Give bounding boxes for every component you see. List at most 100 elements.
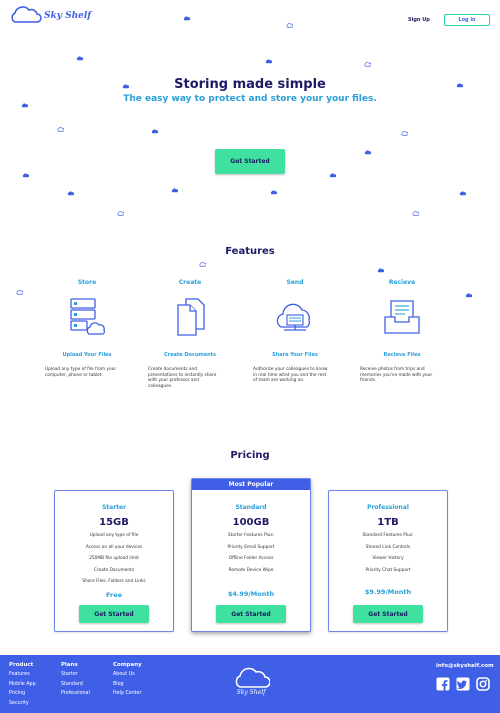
- footer-link-starter[interactable]: Starter: [61, 670, 90, 680]
- pricing-card-standard: Most Popular Standard 100GB Starter Feat…: [191, 478, 311, 632]
- footer-link-security[interactable]: Security: [9, 699, 36, 709]
- plan-name: Professional: [367, 504, 409, 511]
- plan-feature: Offline Folder Access: [228, 556, 274, 561]
- plan-name: Starter: [101, 504, 127, 511]
- hero-subtitle: The easy way to protect and store your y…: [123, 94, 377, 104]
- plan-feature: Share Files, Folders and Links: [82, 579, 146, 584]
- footer-column-plans: Plans Starter Standard Professional: [61, 662, 90, 699]
- documents-icon: [177, 298, 205, 336]
- plan-features: Standard Features Plus: Shared Link Cont…: [329, 530, 447, 576]
- footer-heading: Product: [9, 662, 34, 668]
- cloud-icon: [22, 173, 29, 178]
- plan-feature: Priority Email Support: [227, 544, 275, 550]
- plan-features: Upload any type of file Access on all yo…: [55, 530, 173, 588]
- cloud-icon: [151, 129, 158, 134]
- cloud-icon: [364, 62, 371, 67]
- feature-receive: Recieve Recieve Files Receive photos fro…: [352, 279, 452, 383]
- instagram-icon[interactable]: [476, 677, 490, 691]
- cloud-icon: [465, 293, 472, 298]
- footer-heading: Company: [113, 662, 142, 668]
- cloud-icon: [401, 131, 408, 136]
- footer-link-blog[interactable]: Blog: [113, 680, 142, 690]
- plan-price: $4.99/Month: [227, 590, 275, 598]
- plan-size: 100GB: [232, 517, 270, 528]
- plan-feature: Shared Link Controls: [365, 544, 411, 550]
- plan-size: 1TB: [377, 517, 399, 528]
- feature-description: Create documents and presentations to in…: [148, 367, 217, 389]
- footer-column-company: Company About Us Blog Help Center: [113, 662, 142, 699]
- footer-link-features[interactable]: Features: [9, 670, 36, 680]
- cloud-icon: [412, 211, 419, 216]
- cloud-icon: [57, 127, 64, 132]
- logo-text: Sky Shelf: [44, 11, 92, 21]
- login-button[interactable]: Log in: [444, 14, 490, 26]
- plan-feature: 250MB file upload limit: [89, 556, 139, 561]
- pricing-title: Pricing: [230, 450, 270, 461]
- get-started-button[interactable]: Get Started: [215, 149, 285, 174]
- footer-email[interactable]: info@skyshelf.com: [436, 663, 494, 669]
- get-started-button[interactable]: Get Started: [79, 605, 149, 623]
- plan-feature: Remote Device Wipe: [228, 567, 274, 573]
- plan-feature: Viewer History: [372, 556, 404, 561]
- footer-link-professional[interactable]: Professional: [61, 689, 90, 699]
- cloud-icon: [377, 268, 384, 273]
- plan-feature: Starter Features Plus:: [227, 533, 275, 538]
- footer-link-pricing[interactable]: Pricing: [9, 689, 36, 699]
- footer-logo[interactable]: Sky Shelf: [232, 667, 271, 696]
- landing-page: Sky Shelf Sign Up Log in Storing made si…: [0, 0, 500, 713]
- cloud-icon: [171, 188, 178, 193]
- footer-heading: Plans: [61, 662, 78, 668]
- plan-feature: Priority Chat Support: [365, 567, 411, 573]
- hero-title: Storing made simple: [174, 77, 326, 92]
- feature-create: Create Create Documents Create documents…: [140, 279, 240, 389]
- pricing-card-professional: Professional 1TB Standard Features Plus:…: [328, 490, 448, 632]
- pricing-card-starter: Starter 15GB Upload any type of file Acc…: [54, 490, 174, 632]
- feature-title: Send: [286, 279, 304, 286]
- footer-link-about-us[interactable]: About Us: [113, 670, 142, 680]
- footer-link-standard[interactable]: Standard: [61, 680, 90, 690]
- cloud-logo-icon: [235, 667, 271, 688]
- cloud-icon: [265, 59, 272, 64]
- feature-title: Create: [178, 279, 202, 286]
- footer-link-help-center[interactable]: Help Center: [113, 689, 142, 699]
- most-popular-badge: Most Popular: [192, 479, 310, 490]
- feature-subtitle: Upload Your Files: [62, 352, 112, 358]
- cloud-icon: [270, 190, 277, 195]
- plan-name: Standard: [235, 504, 267, 511]
- feature-subtitle: Share Your Files: [272, 352, 318, 358]
- header-logo[interactable]: Sky Shelf: [8, 6, 91, 24]
- facebook-icon[interactable]: [436, 677, 450, 691]
- cloud-icon: [117, 211, 124, 216]
- feature-title: Store: [77, 279, 97, 286]
- cloud-icon: [16, 290, 23, 295]
- cloud-icon: [67, 191, 74, 196]
- get-started-button[interactable]: Get Started: [216, 605, 286, 623]
- plan-feature: Create Documents: [93, 567, 135, 573]
- get-started-button[interactable]: Get Started: [353, 605, 423, 623]
- server-cloud-icon: [70, 298, 106, 335]
- footer-link-mobile-app[interactable]: Mobile App: [9, 680, 36, 690]
- feature-description: Receive photos from trips and memories y…: [360, 367, 433, 383]
- footer: Product Features Mobile App Pricing Secu…: [0, 655, 500, 713]
- feature-description: Authorize your colleagues to know in rea…: [253, 367, 328, 383]
- feature-subtitle: Recieve Files: [383, 352, 421, 358]
- plan-feature: Access on all your devices: [85, 544, 143, 550]
- feature-store: Store Upload Your Files Upload any type …: [37, 279, 137, 378]
- feature-description: Upload any type of file from your comput…: [45, 367, 117, 378]
- cloud-icon: [183, 16, 190, 21]
- signup-link[interactable]: Sign Up: [408, 17, 430, 23]
- feature-subtitle: Create Documents: [163, 352, 217, 358]
- plan-size: 15GB: [99, 517, 129, 528]
- cloud-icon: [199, 262, 206, 267]
- cloud-icon: [364, 150, 371, 155]
- plan-price: Free: [105, 591, 123, 599]
- plan-price: $9.99/Month: [364, 588, 412, 596]
- plan-feature: Upload any type of file: [89, 533, 139, 538]
- footer-logo-text: Sky Shelf: [236, 689, 266, 696]
- cloud-icon: [459, 191, 466, 196]
- cloud-share-icon: [276, 303, 311, 331]
- cloud-icon: [329, 173, 336, 178]
- plan-feature: Standard Features Plus:: [362, 533, 414, 538]
- twitter-icon[interactable]: [456, 677, 470, 691]
- footer-column-product: Product Features Mobile App Pricing Secu…: [9, 662, 36, 708]
